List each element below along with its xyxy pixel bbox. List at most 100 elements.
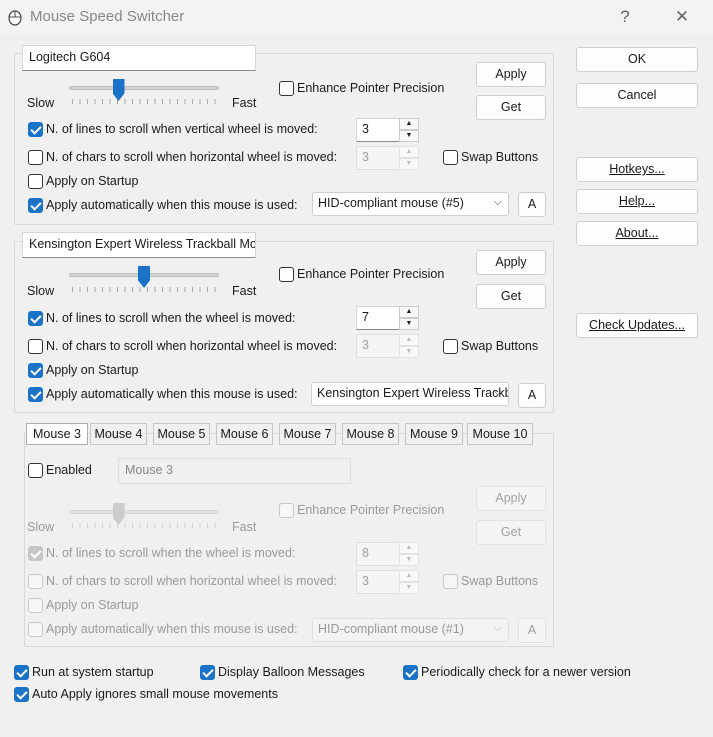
mouse2-lines-spinner[interactable]: ▲ ▼ — [399, 306, 419, 330]
mouse3-enabled-label: Enabled — [46, 463, 92, 477]
mouse2-auto-checkbox[interactable] — [28, 387, 43, 402]
mouse1-chars-checkbox[interactable] — [28, 150, 43, 165]
mouse3-enhance-label: Enhance Pointer Precision — [297, 503, 445, 517]
mouse3-name-input: Mouse 3 — [118, 458, 351, 484]
mouse1-lines-input[interactable]: 3 — [356, 118, 400, 142]
check-newer-checkbox[interactable] — [403, 665, 418, 680]
spin-up-icon: ▲ — [399, 146, 419, 158]
mouse3-a-button: A — [518, 618, 546, 643]
mouse2-swap-label: Swap Buttons — [461, 339, 539, 353]
spin-down-icon: ▼ — [399, 158, 419, 170]
mouse3-get-button: Get — [476, 520, 546, 545]
spin-up-icon[interactable]: ▲ — [399, 118, 419, 130]
mouse2-lines-input[interactable]: 7 — [356, 306, 400, 330]
help-button-label: Help... — [618, 194, 656, 208]
mouse2-name-input[interactable]: Kensington Expert Wireless Trackball Mou… — [22, 232, 256, 258]
spin-down-icon[interactable]: ▼ — [399, 130, 419, 142]
tab-mouse-5[interactable]: Mouse 5 — [153, 423, 210, 445]
hotkeys-button-label: Hotkeys... — [609, 162, 665, 176]
mouse1-slow-label: Slow — [27, 96, 55, 110]
ok-button[interactable]: OK — [576, 47, 698, 72]
mouse2-get-button[interactable]: Get — [476, 284, 546, 309]
mouse1-chars-label: N. of chars to scroll when horizontal wh… — [46, 150, 338, 164]
mouse2-swap-checkbox[interactable] — [443, 339, 458, 354]
run-startup-checkbox[interactable] — [14, 665, 29, 680]
spin-up-icon: ▲ — [399, 334, 419, 346]
close-button[interactable]: ✕ — [670, 6, 694, 28]
mouse2-chars-checkbox[interactable] — [28, 339, 43, 354]
mouse1-device-value: HID-compliant mouse (#5) — [318, 196, 464, 210]
about-button[interactable]: About... — [576, 221, 698, 246]
mouse1-name-input[interactable]: Logitech G604 — [22, 45, 256, 71]
mouse1-auto-checkbox[interactable] — [28, 198, 43, 213]
mouse2-enhance-checkbox[interactable] — [279, 267, 294, 282]
mouse2-chars-label: N. of chars to scroll when horizontal wh… — [46, 339, 338, 353]
mouse1-lines-label: N. of lines to scroll when vertical whee… — [46, 122, 318, 136]
mouse3-chars-spinner: ▲ ▼ — [399, 570, 419, 594]
mouse3-chars-label: N. of chars to scroll when horizontal wh… — [46, 574, 338, 588]
mouse1-auto-label: Apply automatically when this mouse is u… — [46, 198, 298, 212]
mouse2-auto-label: Apply automatically when this mouse is u… — [46, 387, 298, 401]
spin-up-icon: ▲ — [399, 542, 419, 554]
mouse3-lines-spinner: ▲ ▼ — [399, 542, 419, 566]
mouse1-lines-spinner[interactable]: ▲ ▼ — [399, 118, 419, 142]
mouse1-chars-spinner: ▲ ▼ — [399, 146, 419, 170]
spin-down-icon[interactable]: ▼ — [399, 318, 419, 330]
mouse1-lines-checkbox[interactable] — [28, 122, 43, 137]
mouse2-a-button[interactable]: A — [518, 383, 546, 408]
mouse1-device-select[interactable]: HID-compliant mouse (#5) ⌵ — [312, 192, 509, 216]
chevron-down-icon: ⌵ — [493, 622, 502, 634]
tab-mouse-7[interactable]: Mouse 7 — [279, 423, 336, 445]
mouse1-swap-checkbox[interactable] — [443, 150, 458, 165]
mouse1-a-button[interactable]: A — [518, 192, 546, 217]
mouse1-get-button[interactable]: Get — [476, 95, 546, 120]
help-titlebar-button[interactable]: ? — [613, 6, 637, 28]
balloon-checkbox[interactable] — [200, 665, 215, 680]
check-updates-button[interactable]: Check Updates... — [576, 313, 698, 338]
mouse1-chars-input: 3 — [356, 146, 400, 170]
mouse3-lines-input: 8 — [356, 542, 400, 566]
tab-mouse-8[interactable]: Mouse 8 — [342, 423, 399, 445]
mouse3-slow-label: Slow — [27, 520, 55, 534]
mouse2-chars-spinner: ▲ ▼ — [399, 334, 419, 358]
tab-mouse-6[interactable]: Mouse 6 — [216, 423, 273, 445]
window-title: Mouse Speed Switcher — [30, 8, 185, 25]
auto-apply-checkbox[interactable] — [14, 687, 29, 702]
mouse1-apply-button[interactable]: Apply — [476, 62, 546, 87]
mouse3-fast-label: Fast — [232, 520, 257, 534]
balloon-label: Display Balloon Messages — [218, 665, 365, 679]
mouse1-startup-label: Apply on Startup — [46, 174, 139, 188]
mouse2-lines-checkbox[interactable] — [28, 311, 43, 326]
mouse3-enabled-checkbox[interactable] — [28, 463, 43, 478]
mouse3-lines-label: N. of lines to scroll when the wheel is … — [46, 546, 296, 560]
tab-mouse-9[interactable]: Mouse 9 — [405, 423, 463, 445]
mouse2-fast-label: Fast — [232, 284, 257, 298]
check-newer-label: Periodically check for a newer version — [421, 665, 631, 679]
tab-mouse-3[interactable]: Mouse 3 — [26, 423, 88, 445]
mouse1-startup-checkbox[interactable] — [28, 174, 43, 189]
mouse3-device-value: HID-compliant mouse (#1) — [318, 622, 464, 636]
mouse3-swap-label: Swap Buttons — [461, 574, 539, 588]
mouse3-chars-checkbox — [28, 574, 43, 589]
auto-apply-label: Auto Apply ignores small mouse movements — [32, 687, 278, 701]
spin-down-icon: ▼ — [399, 346, 419, 358]
mouse2-startup-checkbox[interactable] — [28, 363, 43, 378]
tab-mouse-10[interactable]: Mouse 10 — [467, 423, 533, 445]
spin-up-icon[interactable]: ▲ — [399, 306, 419, 318]
mouse3-chars-input: 3 — [356, 570, 400, 594]
hotkeys-button[interactable]: Hotkeys... — [576, 157, 698, 182]
tab-mouse-4[interactable]: Mouse 4 — [90, 423, 147, 445]
mouse3-enhance-checkbox — [279, 503, 294, 518]
help-button[interactable]: Help... — [576, 189, 698, 214]
mouse1-enhance-checkbox[interactable] — [279, 81, 294, 96]
mouse2-startup-label: Apply on Startup — [46, 363, 139, 377]
mouse1-enhance-label: Enhance Pointer Precision — [297, 81, 445, 95]
spin-down-icon: ▼ — [399, 554, 419, 566]
mouse2-chars-input: 3 — [356, 334, 400, 358]
cancel-button[interactable]: Cancel — [576, 83, 698, 108]
mouse1-speed-ticks — [72, 99, 216, 104]
mouse2-apply-button[interactable]: Apply — [476, 250, 546, 275]
chevron-down-icon: ⌵ — [493, 386, 502, 398]
mouse3-lines-checkbox — [28, 546, 43, 561]
mouse2-device-select[interactable]: Kensington Expert Wireless Trackball Mou… — [311, 382, 509, 406]
